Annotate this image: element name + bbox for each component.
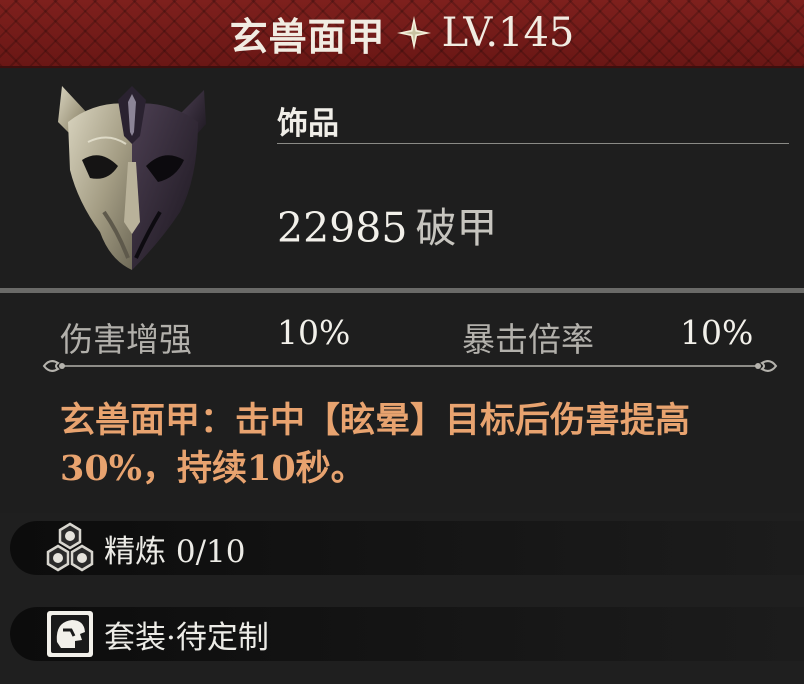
- helmet-icon: [47, 611, 93, 657]
- attribute-name: 伤害增强: [60, 320, 192, 359]
- effect-description: 玄兽面甲：击中【眩晕】目标后伤害提高30%，持续10秒。: [60, 400, 691, 489]
- item-level: LV.145: [441, 10, 575, 56]
- set-row[interactable]: 套装·待定制: [10, 607, 804, 661]
- main-stat: 22985 破甲: [277, 194, 497, 254]
- category-divider: [277, 143, 789, 144]
- attributes-section: 伤害增强 10% 暴击倍率 10% 玄兽面甲：击中【眩晕】目标后伤害提高30%，…: [0, 293, 804, 513]
- item-header: 玄兽面甲 LV.145: [0, 0, 804, 68]
- item-category: 饰品: [277, 106, 339, 142]
- beast-mask-icon: [58, 86, 206, 270]
- attribute-value: 10%: [277, 313, 351, 352]
- main-stat-value: 22985: [277, 204, 408, 252]
- set-label: 套装·待定制: [104, 619, 269, 656]
- refine-label: 精炼 0/10: [104, 533, 246, 570]
- attribute-name: 暴击倍率: [462, 320, 594, 359]
- refine-row[interactable]: 精炼 0/10: [10, 521, 804, 575]
- refine-orbs-icon: [46, 522, 94, 572]
- item-panel: 饰品 22985 破甲: [0, 70, 804, 288]
- item-name: 玄兽面甲: [229, 13, 386, 59]
- ornamental-divider: [42, 360, 778, 372]
- four-point-star-icon: [396, 16, 431, 50]
- main-stat-name: 破甲: [415, 204, 498, 252]
- attribute-value: 10%: [680, 313, 754, 352]
